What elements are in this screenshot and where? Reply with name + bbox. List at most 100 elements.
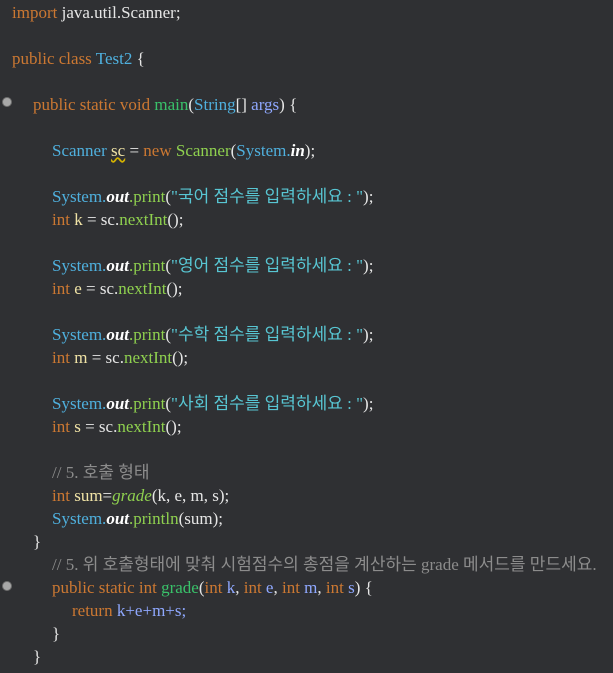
string-literal: "사회 점수를 입력하세요 : "	[171, 394, 364, 413]
operator: =	[86, 210, 97, 229]
paren: ) {	[279, 95, 298, 114]
code-line-int-s[interactable]: int s = sc.nextInt();	[52, 415, 182, 438]
code-line-println[interactable]: System.out.println(sum);	[52, 507, 223, 530]
code-line-print-eng[interactable]: System.out.print("영어 점수를 입력하세요 : ");	[52, 254, 373, 277]
code-line-brace[interactable]: }	[33, 645, 41, 668]
keyword: int	[281, 578, 300, 597]
keyword: int	[204, 578, 223, 597]
paren: );	[363, 256, 374, 275]
method-call: .print	[129, 256, 166, 275]
object-ref: sc.	[99, 279, 119, 298]
static-field: in	[290, 141, 305, 160]
code-line-scanner[interactable]: Scanner sc = new Scanner(System.in);	[52, 139, 315, 162]
string-literal: "수학 점수를 입력하세요 : "	[171, 325, 364, 344]
code-line-brace[interactable]: }	[33, 530, 41, 553]
brackets: []	[235, 95, 247, 114]
method-call: nextInt	[118, 279, 167, 298]
code-line-import[interactable]: import java.util.Scanner;	[12, 1, 181, 24]
code-comment[interactable]: // 5. 호출 형태	[52, 461, 150, 484]
keyword: int	[52, 486, 70, 505]
static-field: out	[106, 256, 129, 275]
keyword: int	[243, 578, 262, 597]
static-field: out	[106, 325, 129, 344]
method-call: nextInt	[117, 417, 166, 436]
method-call: .print	[129, 394, 166, 413]
code-line-print-math[interactable]: System.out.print("수학 점수를 입력하세요 : ");	[52, 323, 373, 346]
method-name: grade	[161, 578, 199, 597]
code-line-print-kor[interactable]: System.out.print("국어 점수를 입력하세요 : ");	[52, 185, 373, 208]
call-args: (sum);	[178, 509, 223, 528]
class-ref: System.	[52, 394, 107, 413]
method-call: .println	[129, 509, 179, 528]
object-ref: sc.	[105, 348, 124, 367]
class-ref: System.	[52, 509, 107, 528]
object-ref: sc.	[98, 417, 118, 436]
paren: ();	[167, 210, 184, 229]
method-call: grade	[112, 486, 152, 505]
comma: ,	[317, 578, 322, 597]
return-expression: k+e+m+s;	[116, 601, 187, 620]
code-line-int-e[interactable]: int e = sc.nextInt();	[52, 277, 182, 300]
keyword: int	[52, 279, 70, 298]
class-ref: System.	[52, 325, 107, 344]
comma: ,	[235, 578, 240, 597]
type-name: Scanner	[52, 141, 107, 160]
class-ref: System.	[52, 256, 107, 275]
static-field: out	[106, 394, 129, 413]
code-line-int-k[interactable]: int k = sc.nextInt();	[52, 208, 183, 231]
static-field: out	[106, 509, 129, 528]
param-name: m	[304, 578, 318, 597]
param-name: k	[226, 578, 236, 597]
code-line-print-soc[interactable]: System.out.print("사회 점수를 입력하세요 : ");	[52, 392, 373, 415]
var-name: e	[74, 279, 82, 298]
paren: ();	[172, 348, 189, 367]
operator: =	[129, 141, 140, 160]
method-call: .print	[129, 325, 166, 344]
fold-marker-icon[interactable]	[2, 581, 12, 591]
code-comment[interactable]: // 5. 위 호출형태에 맞춰 시험점수의 총점을 계산하는 grade 메서…	[52, 553, 597, 576]
keyword: int	[52, 210, 70, 229]
operator: =	[102, 486, 113, 505]
operator: =	[86, 279, 96, 298]
keyword: int	[325, 578, 344, 597]
paren: );	[304, 141, 316, 160]
var-name: m	[74, 348, 88, 367]
call-args: (k, e, m, s);	[151, 486, 230, 505]
code-line-return[interactable]: return k+e+m+s;	[72, 599, 186, 622]
code-line-brace[interactable]: }	[52, 622, 60, 645]
var-name: sc	[111, 141, 126, 160]
paren: ();	[166, 279, 183, 298]
paren: );	[363, 187, 374, 206]
keyword: new	[143, 141, 172, 160]
keyword: int	[52, 417, 70, 436]
constructor-name: Scanner	[175, 141, 231, 160]
param-name: s	[348, 578, 355, 597]
paren: );	[363, 325, 374, 344]
method-call: nextInt	[119, 210, 168, 229]
paren: ) {	[354, 578, 373, 597]
method-call: nextInt	[123, 348, 173, 367]
paren: );	[363, 394, 374, 413]
code-line-grade-decl[interactable]: public static int grade(int k, int e, in…	[52, 576, 373, 599]
operator: =	[85, 417, 95, 436]
code-line-int-m[interactable]: int m = sc.nextInt();	[52, 346, 188, 369]
keyword: class	[58, 49, 92, 68]
class-ref: System.	[236, 141, 291, 160]
var-name: k	[74, 210, 83, 229]
code-line-class[interactable]: public class Test2 {	[12, 47, 145, 70]
keyword: public static void	[33, 95, 151, 114]
string-literal: "영어 점수를 입력하세요 : "	[171, 256, 364, 275]
keyword: public	[12, 49, 55, 68]
keyword: return	[72, 601, 113, 620]
fold-marker-icon[interactable]	[2, 97, 12, 107]
package-name: java.util.Scanner;	[61, 3, 181, 22]
var-name: sum	[74, 486, 103, 505]
code-line-main[interactable]: public static void main(String[] args) {	[33, 93, 297, 116]
keyword: import	[12, 3, 58, 22]
keyword: int	[52, 348, 70, 367]
code-line-sum[interactable]: int sum=grade(k, e, m, s);	[52, 484, 229, 507]
var-name: s	[74, 417, 81, 436]
string-literal: "국어 점수를 입력하세요 : "	[171, 187, 364, 206]
code-editor[interactable]: import java.util.Scanner; public class T…	[0, 0, 613, 673]
paren: ();	[165, 417, 182, 436]
